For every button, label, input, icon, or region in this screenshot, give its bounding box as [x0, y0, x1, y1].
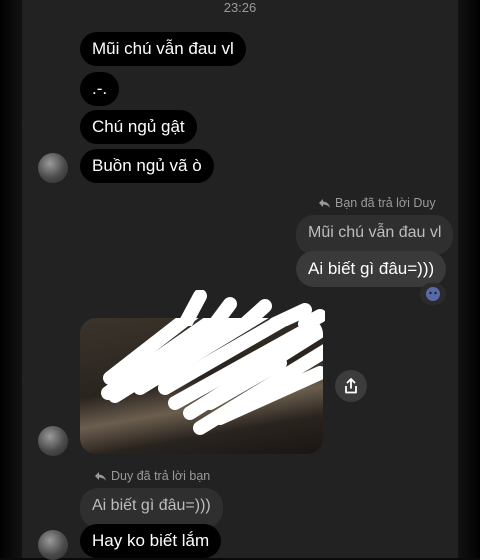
- avatar[interactable]: [38, 153, 68, 183]
- photo-message[interactable]: [80, 318, 323, 454]
- reply-arrow-icon: [319, 198, 330, 208]
- quoted-message[interactable]: Mũi chú vẫn đau vl: [296, 215, 454, 255]
- timestamp: 23:26: [223, 0, 257, 15]
- message-bubble[interactable]: Mũi chú vẫn đau vl: [80, 32, 246, 66]
- share-icon[interactable]: [335, 370, 367, 402]
- message-bubble[interactable]: Ai biết gì đâu=))): [296, 251, 447, 287]
- message-bubble[interactable]: .-.: [80, 72, 120, 106]
- reply-note-text: Bạn đã trả lời Duy: [335, 196, 436, 210]
- scribble-redaction: [101, 318, 323, 435]
- reply-note: Bạn đã trả lời Duy: [318, 196, 436, 210]
- message-bubble[interactable]: Buồn ngủ vã ò: [80, 149, 214, 183]
- avatar[interactable]: [38, 530, 68, 560]
- reply-arrow-icon: [95, 471, 106, 481]
- quoted-message[interactable]: Ai biết gì đâu=))): [80, 488, 223, 528]
- avatar[interactable]: [38, 426, 68, 456]
- message-bubble[interactable]: Chú ngủ gật: [80, 110, 197, 144]
- emoji-reaction-icon[interactable]: [420, 283, 446, 305]
- scribble-redaction-top: [105, 289, 327, 331]
- message-bubble[interactable]: Hay ko biết lắm: [80, 524, 222, 558]
- reply-note-text: Duy đã trả lời bạn: [111, 469, 211, 483]
- reply-note: Duy đã trả lời bạn: [94, 469, 210, 483]
- left-edge: [0, 0, 22, 558]
- right-edge: [458, 0, 480, 558]
